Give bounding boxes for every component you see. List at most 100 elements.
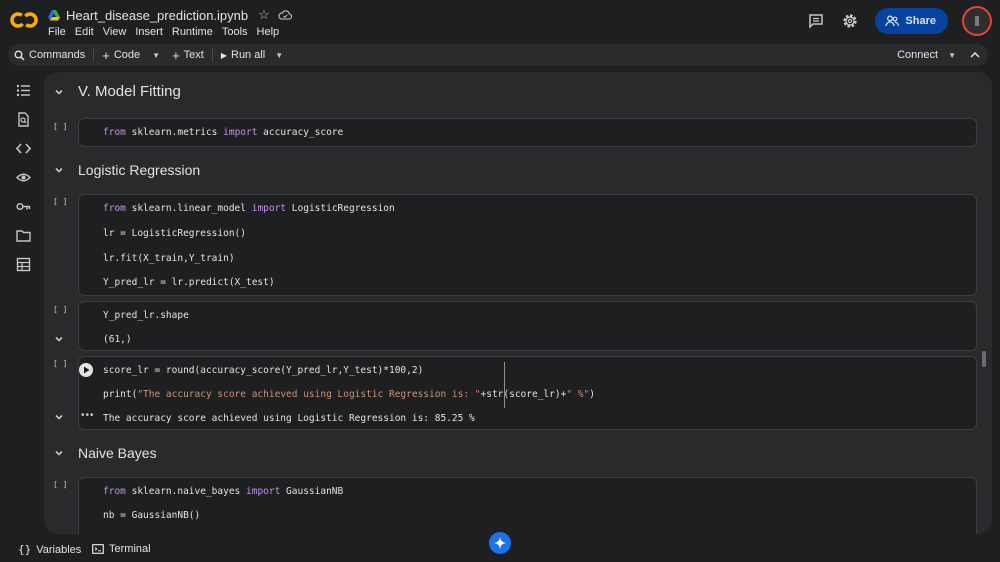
search-icon — [14, 50, 25, 61]
menu-tools[interactable]: Tools — [222, 26, 253, 38]
gear-icon[interactable] — [841, 12, 859, 30]
code-line: score_lr = round(accuracy_score(Y_pred_l… — [103, 365, 424, 376]
code-line: nb = GaussianNB() — [103, 510, 201, 521]
cell-run-bracket[interactable]: [ ] — [53, 305, 67, 314]
menu-view[interactable]: View — [103, 26, 132, 38]
account-avatar[interactable] — [964, 8, 990, 34]
code-line: Y_pred_lr = lr.predict(X_test) — [103, 277, 275, 288]
menu-runtime[interactable]: Runtime — [172, 26, 218, 38]
keyword-import: import — [223, 127, 258, 138]
output-collapse-chevron-down-icon[interactable] — [54, 412, 64, 422]
collapse-chevron-up-icon[interactable] — [970, 51, 980, 59]
star-icon[interactable]: ☆ — [258, 7, 270, 23]
keyword-from: from — [103, 486, 126, 497]
code-line: lr.fit(X_train,Y_train) — [103, 253, 235, 264]
connect-button[interactable]: Connect — [891, 44, 944, 66]
concat-expr: +str(score_lr)+ — [480, 389, 567, 400]
connect-chevron-down-icon[interactable]: ▼ — [948, 51, 956, 60]
section-heading-naive-bayes: Naive Bayes — [78, 445, 157, 461]
section-heading-model-fitting: V. Model Fitting — [78, 83, 181, 100]
keyword-from: from — [103, 127, 126, 138]
share-button[interactable]: Share — [875, 8, 948, 34]
code-cell[interactable]: from sklearn.metrics import accuracy_sco… — [78, 118, 977, 147]
code-line: Y_pred_lr.shape — [103, 310, 189, 321]
vertical-scrollbar[interactable] — [982, 351, 986, 367]
menu-file[interactable]: File — [48, 26, 71, 38]
data-table-icon[interactable] — [16, 257, 31, 272]
plus-icon: + — [172, 47, 180, 63]
run-all-label: Run all — [231, 49, 266, 61]
code-cell[interactable]: from sklearn.naive_bayes import Gaussian… — [78, 477, 977, 534]
menu-insert[interactable]: Insert — [135, 26, 168, 38]
menu-edit[interactable]: Edit — [75, 26, 99, 38]
code-line: print("The accuracy score achieved using… — [103, 389, 595, 400]
user-icon — [975, 16, 979, 26]
people-icon — [885, 15, 900, 27]
import-name: LogisticRegression — [286, 203, 395, 214]
code-line: from sklearn.metrics import accuracy_sco… — [103, 127, 343, 138]
code-line: lr = LogisticRegression() — [103, 228, 246, 239]
close-paren: ) — [589, 389, 595, 400]
title-row: Heart_disease_prediction.ipynb ☆ — [48, 7, 292, 23]
menu-help[interactable]: Help — [257, 26, 285, 38]
secrets-key-icon[interactable] — [16, 199, 31, 214]
google-drive-icon — [48, 9, 60, 20]
section-heading-logistic-regression: Logistic Regression — [78, 162, 201, 178]
variables-label: Variables — [36, 543, 82, 556]
add-text-button[interactable]: + Text — [166, 44, 210, 66]
module-name: sklearn.naive_bayes — [125, 486, 246, 497]
cloud-saved-icon — [278, 10, 292, 20]
top-bar: Heart_disease_prediction.ipynb ☆ File Ed… — [0, 0, 1000, 42]
left-side-rail — [8, 72, 38, 536]
files-folder-icon[interactable] — [16, 228, 31, 243]
module-name: sklearn.metrics — [125, 127, 224, 138]
output-actions-ellipsis-icon[interactable]: ••• — [81, 410, 95, 421]
import-name: accuracy_score — [257, 127, 344, 138]
notebook-title[interactable]: Heart_disease_prediction.ipynb — [66, 8, 248, 23]
commands-label: Commands — [29, 49, 86, 61]
string-literal: " %" — [566, 389, 590, 400]
notebook-main: V. Model Fitting [ ] from sklearn.metric… — [44, 72, 992, 534]
run-all-button[interactable]: ▶ Run all — [215, 44, 271, 66]
find-replace-icon[interactable] — [16, 112, 31, 127]
code-cell-active[interactable]: score_lr = round(accuracy_score(Y_pred_l… — [78, 356, 977, 430]
sparkle-icon — [494, 537, 506, 549]
share-label: Share — [905, 15, 936, 27]
variables-button[interactable]: {} Variables — [18, 543, 81, 556]
cell-run-bracket[interactable]: [ ] — [53, 480, 67, 489]
top-right-actions: Share — [807, 8, 990, 34]
colab-logo[interactable] — [10, 10, 38, 30]
import-name: GaussianNB — [280, 486, 344, 497]
cell-run-bracket[interactable]: [ ] — [53, 359, 67, 368]
cell-run-bracket[interactable]: [ ] — [53, 122, 67, 131]
toolbar-divider — [93, 48, 95, 62]
gemini-assistant-button[interactable] — [489, 532, 511, 554]
comment-icon[interactable] — [807, 12, 825, 30]
table-of-contents-icon[interactable] — [16, 83, 31, 98]
keyword-import: import — [246, 486, 281, 497]
commands-button[interactable]: Commands — [8, 44, 91, 66]
play-icon — [83, 366, 89, 374]
section-collapse-chevron-down-icon[interactable] — [54, 87, 64, 97]
variables-inspector-icon[interactable] — [16, 170, 31, 185]
run-all-chevron-down-icon[interactable]: ▼ — [275, 51, 283, 60]
run-cell-button[interactable] — [79, 363, 93, 377]
terminal-button[interactable]: Terminal — [92, 543, 151, 555]
add-code-button[interactable]: + Code — [96, 44, 146, 66]
cell-output: The accuracy score achieved using Logist… — [103, 413, 475, 424]
code-line: from sklearn.linear_model import Logisti… — [103, 203, 395, 214]
keyword-from: from — [103, 203, 126, 214]
output-collapse-chevron-down-icon[interactable] — [54, 334, 64, 344]
code-snippets-icon[interactable] — [16, 141, 31, 156]
terminal-icon — [92, 544, 104, 554]
section-collapse-chevron-down-icon[interactable] — [54, 165, 64, 175]
code-line: from sklearn.naive_bayes import Gaussian… — [103, 486, 343, 497]
toolbar-right: Connect ▼ — [891, 44, 988, 66]
code-dropdown-chevron-down-icon[interactable]: ▼ — [152, 51, 160, 60]
section-collapse-chevron-down-icon[interactable] — [54, 448, 64, 458]
cell-run-bracket[interactable]: [ ] — [53, 197, 67, 206]
code-label: Code — [113, 49, 141, 61]
code-cell[interactable]: Y_pred_lr.shape (61,) — [78, 301, 977, 351]
code-cell[interactable]: from sklearn.linear_model import Logisti… — [78, 194, 977, 296]
text-cursor — [504, 362, 505, 408]
